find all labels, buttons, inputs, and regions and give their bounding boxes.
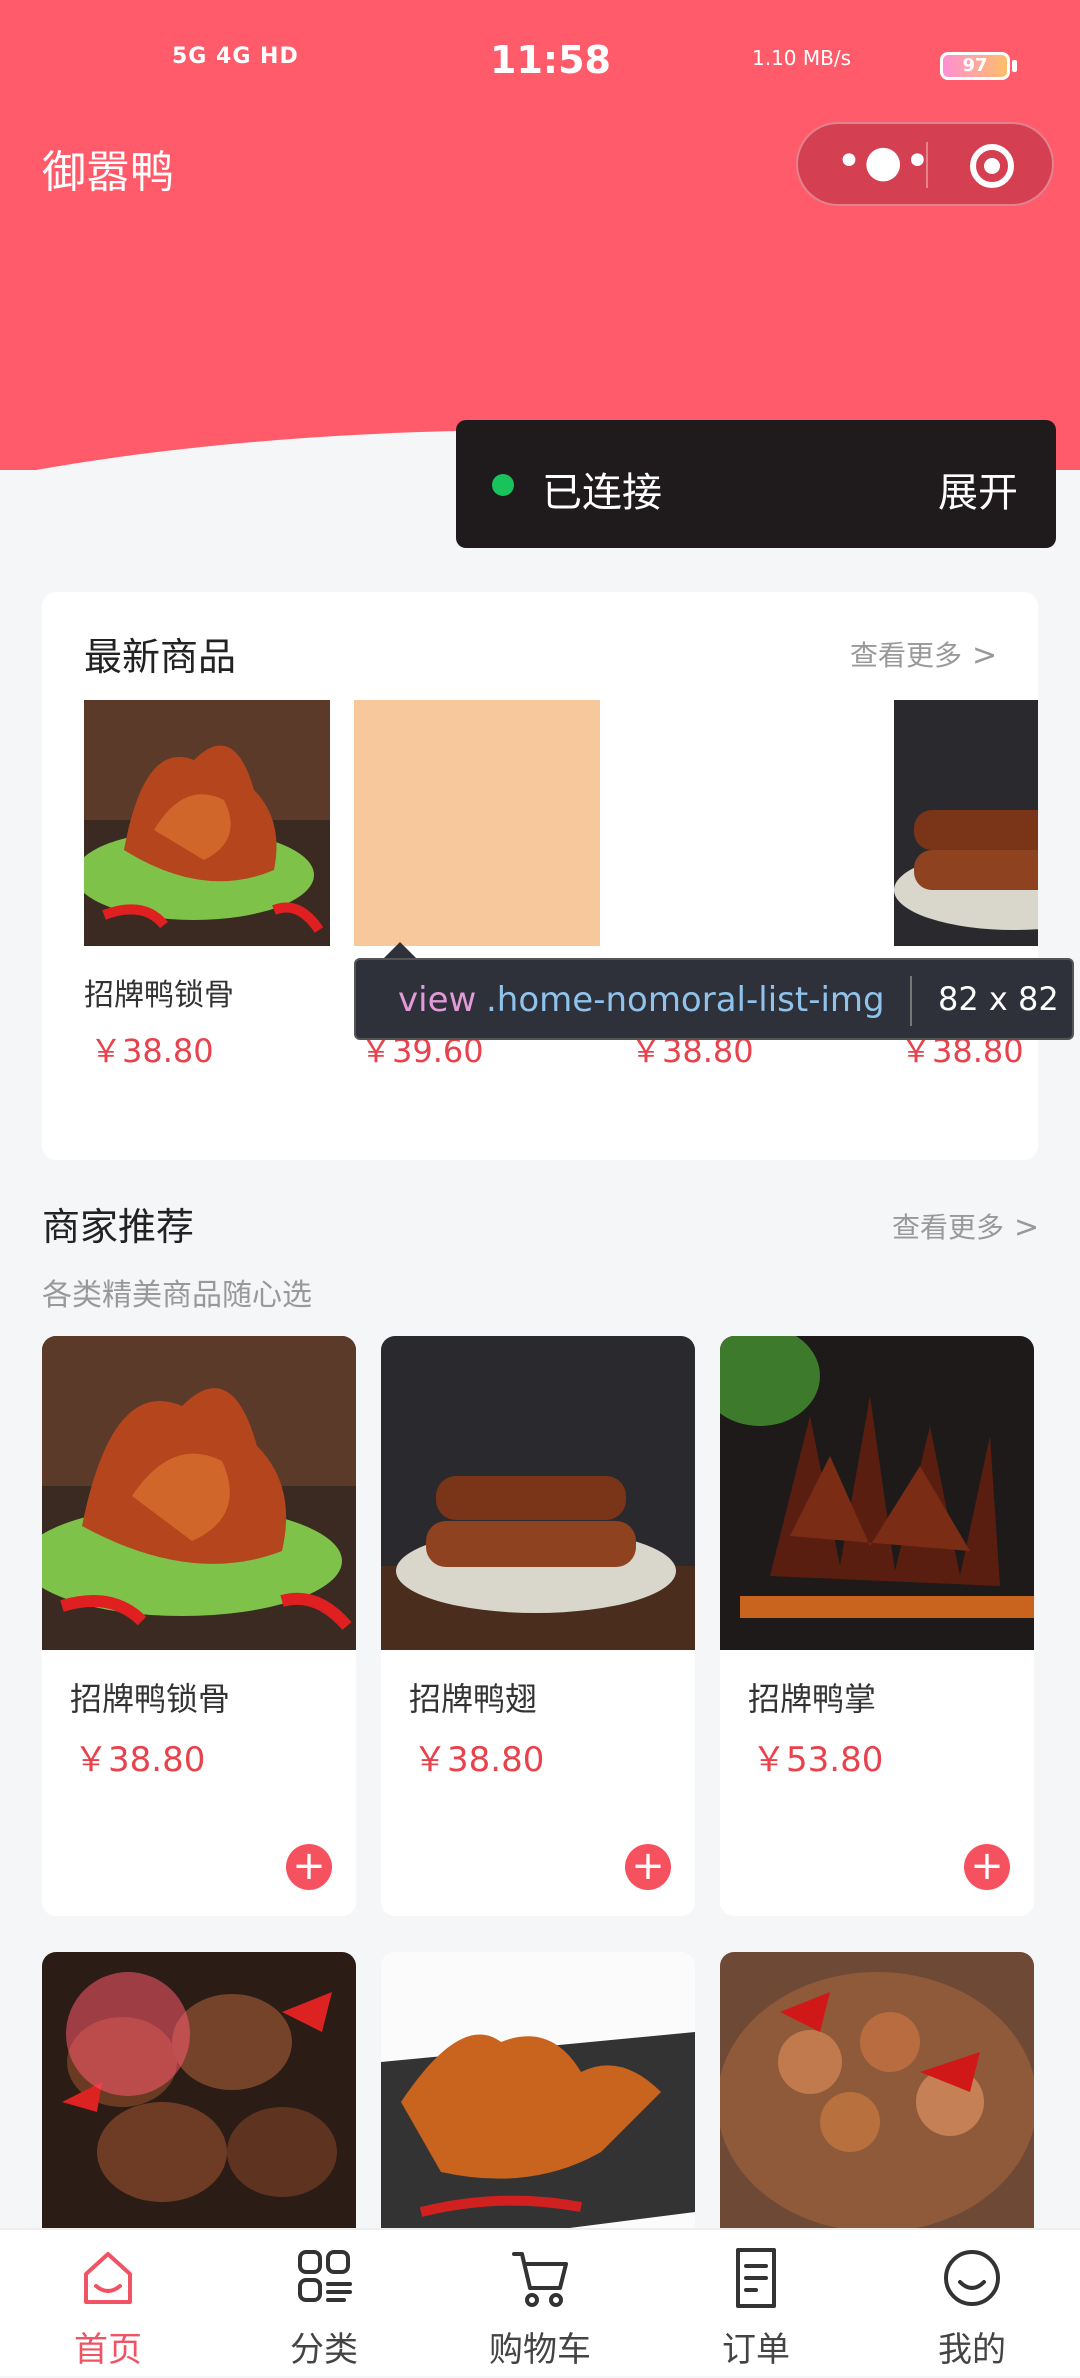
- chevron-right-icon: >: [972, 638, 998, 673]
- product-image: [720, 1336, 1034, 1650]
- product-price: ￥38.80: [74, 1740, 206, 1780]
- network-indicator: 5G 4G HD: [172, 44, 299, 69]
- view-more-label: 查看更多: [892, 1211, 1005, 1244]
- product-name: 招牌鸭锁骨: [70, 1680, 231, 1718]
- battery-icon: 97: [940, 52, 1010, 80]
- newest-products-card: 最新商品 查看更多 > 招牌鸭锁骨 ￥38.80 ￥39.60 ￥38.80 ￥…: [42, 592, 1038, 1160]
- battery-tip: [1012, 60, 1017, 72]
- tab-category[interactable]: 分类: [216, 2230, 432, 2378]
- order-icon: [736, 2248, 776, 2308]
- tab-label: 我的: [938, 2330, 1006, 2370]
- tab-label: 分类: [290, 2330, 358, 2370]
- product-image: [381, 1336, 695, 1650]
- chevron-right-icon: >: [1014, 1210, 1040, 1245]
- tab-cart[interactable]: 购物车: [432, 2230, 648, 2378]
- connected-dot-icon: [492, 474, 514, 496]
- tooltip-arrow: [384, 942, 416, 958]
- view-more-recommend[interactable]: 查看更多 >: [892, 1206, 1039, 1246]
- product-price: ￥53.80: [752, 1740, 884, 1780]
- tab-orders[interactable]: 订单: [648, 2230, 864, 2378]
- product-image: [42, 1336, 356, 1650]
- product-image: [624, 700, 870, 946]
- recommend-item[interactable]: 招牌鸭掌 ￥53.80 +: [720, 1336, 1034, 1916]
- network-speed: 1.10 MB/s: [752, 46, 852, 70]
- more-dots-icon[interactable]: •●•: [836, 140, 932, 184]
- category-icon: [298, 2250, 352, 2302]
- connection-status: 已连接: [542, 470, 662, 516]
- product-price: ￥38.80: [90, 1032, 214, 1070]
- tooltip-tag: view: [398, 980, 477, 1020]
- tab-home[interactable]: 首页: [0, 2230, 216, 2378]
- section-subtitle: 各类精美商品随心选: [42, 1278, 312, 1313]
- product-price: ￥38.80: [413, 1740, 545, 1780]
- tooltip-size: 82 x 82: [938, 980, 1059, 1018]
- customer-service-icon[interactable]: [66, 1972, 190, 2096]
- target-circle-icon[interactable]: [970, 144, 1014, 188]
- section-title-newest: 最新商品: [84, 635, 237, 679]
- product-name: 招牌鸭锁骨: [84, 978, 234, 1013]
- tab-label: 订单: [722, 2330, 790, 2370]
- add-to-cart-button[interactable]: +: [964, 1844, 1010, 1890]
- view-more-label: 查看更多: [850, 639, 963, 672]
- product-image: [894, 700, 1038, 946]
- product-image-highlighted: [354, 700, 600, 946]
- product-image: [84, 700, 330, 946]
- section-title-recommend: 商家推荐: [42, 1205, 195, 1249]
- tooltip-divider: [910, 976, 912, 1026]
- cart-icon: [512, 2252, 568, 2307]
- recommend-item[interactable]: 招牌鸭锁骨 ￥38.80 +: [42, 1336, 356, 1916]
- capsule-divider: [926, 142, 928, 188]
- tab-label: 购物车: [489, 2330, 591, 2370]
- inspector-tooltip: view .home-nomoral-list-img 82 x 82: [354, 958, 1074, 1040]
- app-title: 御嚣鸭: [42, 147, 174, 198]
- home-icon: [84, 2252, 132, 2304]
- connection-panel: 已连接 展开: [456, 420, 1056, 548]
- add-to-cart-button[interactable]: +: [286, 1844, 332, 1890]
- add-to-cart-button[interactable]: +: [625, 1844, 671, 1890]
- profile-icon: [944, 2250, 1000, 2306]
- expand-button[interactable]: 展开: [938, 460, 1018, 518]
- status-time: 11:58: [490, 38, 611, 82]
- bottom-tab-bar: 首页 分类 购物车 订单 我的: [0, 2228, 1080, 2376]
- tooltip-class: .home-nomoral-list-img: [486, 980, 885, 1020]
- status-bar: 5G 4G HD 11:58 1.10 MB/s 97: [0, 0, 1080, 130]
- product-name: 招牌鸭翅: [409, 1680, 538, 1718]
- mini-program-capsule: •●•: [796, 122, 1054, 206]
- product-name: 招牌鸭掌: [748, 1680, 877, 1718]
- tab-label: 首页: [74, 2330, 142, 2370]
- recommend-item[interactable]: 招牌鸭翅 ￥38.80 +: [381, 1336, 695, 1916]
- view-more-newest[interactable]: 查看更多 >: [850, 634, 997, 674]
- tab-profile[interactable]: 我的: [864, 2230, 1080, 2378]
